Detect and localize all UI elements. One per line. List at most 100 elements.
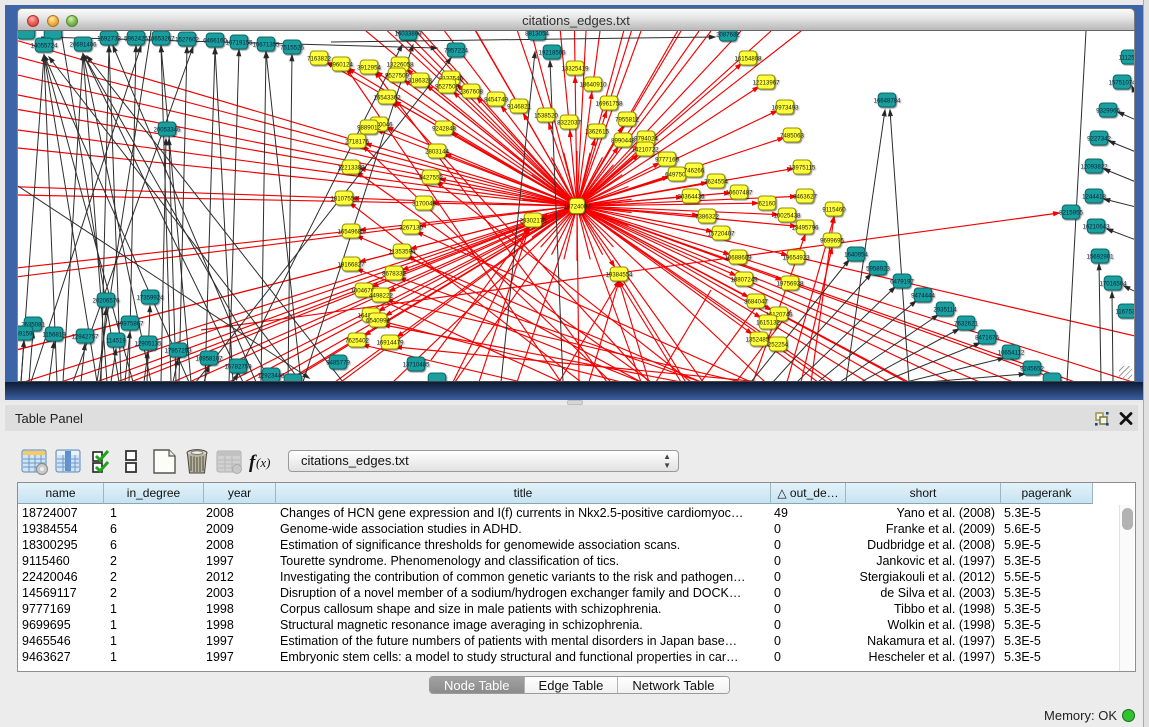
svg-text:15751074: 15751074 [1108, 79, 1135, 86]
svg-text:8215955: 8215955 [1059, 209, 1083, 216]
svg-text:3912954: 3912954 [357, 64, 381, 71]
svg-text:7485063: 7485063 [780, 132, 804, 139]
svg-text:23302175: 23302175 [519, 217, 547, 224]
svg-text:8813054: 8813054 [525, 31, 549, 37]
svg-text:39159: 39159 [18, 330, 33, 337]
svg-text:1112559: 1112559 [1119, 54, 1135, 61]
svg-text:12923448: 12923448 [257, 372, 285, 379]
svg-text:9527509: 9527509 [385, 72, 409, 79]
svg-text:1167533: 1167533 [1115, 308, 1135, 315]
svg-text:746266: 746266 [684, 167, 705, 174]
svg-text:10688609: 10688609 [724, 254, 752, 261]
svg-text:4498222: 4498222 [369, 292, 393, 299]
svg-text:6479197: 6479197 [890, 278, 914, 285]
svg-text:9329966: 9329966 [1096, 107, 1120, 114]
svg-text:9427552: 9427552 [419, 174, 443, 181]
svg-text:11353594: 11353594 [389, 248, 416, 255]
svg-text:15720407: 15720407 [707, 230, 735, 237]
svg-text:9485779: 9485779 [326, 359, 350, 366]
svg-text:19756928: 19756928 [776, 280, 804, 287]
svg-text:2367608: 2367608 [459, 88, 483, 95]
svg-text:8678332: 8678332 [382, 270, 406, 277]
svg-text:16033809: 16033809 [394, 31, 422, 37]
svg-text:19975867: 19975867 [116, 320, 144, 327]
svg-text:5958923: 5958923 [866, 265, 890, 272]
svg-text:2087682: 2087682 [716, 31, 740, 38]
svg-text:10653267: 10653267 [147, 35, 175, 42]
svg-text:9115460: 9115460 [822, 206, 846, 213]
svg-text:13975115: 13975115 [789, 164, 816, 171]
svg-text:9889012: 9889012 [357, 124, 381, 131]
svg-text:12905135: 12905135 [134, 340, 162, 347]
svg-text:6466160: 6466160 [203, 37, 227, 44]
svg-text:13325419: 13325419 [561, 65, 589, 72]
svg-text:9794024: 9794024 [634, 135, 658, 142]
svg-text:10607487: 10607487 [725, 189, 753, 196]
svg-text:7515526: 7515526 [280, 44, 304, 51]
svg-text:7386322: 7386322 [695, 213, 719, 220]
svg-text:16210643: 16210643 [1082, 223, 1110, 230]
svg-text:18640910: 18640910 [579, 81, 607, 88]
svg-text:16782759: 16782759 [224, 363, 252, 370]
svg-text:13226058: 13226058 [386, 61, 414, 68]
svg-text:8990448: 8990448 [611, 137, 635, 144]
svg-text:7163822: 7163822 [307, 55, 331, 62]
svg-text:10025438: 10025438 [773, 212, 801, 219]
svg-text:10719155: 10719155 [225, 39, 253, 46]
svg-text:13495796: 13495796 [791, 224, 819, 231]
svg-text:6540994: 6540994 [366, 317, 390, 324]
svg-text:12213967: 12213967 [752, 79, 780, 86]
svg-text:1615132: 1615132 [756, 319, 780, 326]
svg-text:9227342: 9227342 [1087, 135, 1111, 142]
svg-text:9527508: 9527508 [435, 83, 459, 90]
svg-text:5962425: 5962425 [124, 35, 148, 42]
svg-text:2935114: 2935114 [933, 306, 957, 313]
svg-text:20053346: 20053346 [153, 126, 181, 133]
svg-text:1538520: 1538520 [534, 112, 558, 119]
svg-text:15692901: 15692901 [1086, 253, 1114, 260]
svg-text:20206576: 20206576 [92, 297, 120, 304]
svg-text:12213389: 12213389 [337, 164, 365, 171]
svg-text:13710485: 13710485 [402, 361, 430, 368]
svg-text:1640954: 1640954 [844, 251, 868, 258]
svg-text:8322037: 8322037 [557, 119, 581, 126]
svg-text:16961758: 16961758 [595, 100, 623, 107]
svg-text:17016504: 17016504 [1099, 280, 1127, 287]
svg-text:16543362: 16543362 [373, 94, 401, 101]
svg-text:9777169: 9777169 [655, 156, 679, 163]
svg-text:10958107: 10958107 [195, 355, 223, 362]
svg-text:17359924: 17359924 [136, 294, 164, 301]
svg-text:(x): (x) [256, 455, 270, 470]
svg-text:16549685: 16549685 [337, 228, 365, 235]
svg-text:9463627: 9463627 [793, 193, 817, 200]
svg-text:1362615: 1362615 [585, 128, 609, 135]
svg-text:9474444: 9474444 [911, 292, 935, 299]
svg-text:16914479: 16914479 [376, 339, 404, 346]
svg-text:10973493: 10973493 [771, 104, 799, 111]
svg-text:14055724: 14055724 [30, 42, 58, 49]
svg-text:2803144: 2803144 [425, 148, 449, 155]
svg-text:1244418: 1244418 [1082, 193, 1106, 200]
svg-text:19218506: 19218506 [538, 49, 566, 56]
svg-text:62160: 62160 [759, 200, 777, 207]
svg-text:3624554: 3624554 [704, 178, 728, 185]
svg-text:7625402: 7625402 [345, 337, 369, 344]
svg-text:9146821: 9146821 [507, 103, 531, 110]
svg-text:19384554: 19384554 [605, 271, 633, 278]
svg-text:19166827: 19166827 [337, 261, 365, 268]
svg-text:1156819: 1156819 [42, 331, 66, 338]
svg-text:17957253: 17957253 [164, 347, 192, 354]
svg-text:19654923: 19654923 [782, 254, 810, 261]
svg-text:20691406: 20691406 [69, 41, 97, 48]
svg-text:20364436: 20364436 [677, 193, 705, 200]
svg-text:252254: 252254 [768, 341, 789, 348]
svg-text:12093822: 12093822 [1080, 163, 1108, 170]
svg-text:16154808: 16154808 [734, 55, 762, 62]
svg-text:3267130: 3267130 [399, 224, 423, 231]
svg-text:16648784: 16648784 [873, 97, 901, 104]
svg-text:7955812: 7955812 [615, 116, 639, 123]
svg-text:3170046: 3170046 [412, 200, 436, 207]
svg-text:7957224: 7957224 [444, 47, 468, 54]
svg-text:1692733: 1692733 [97, 35, 121, 42]
svg-text:18724007: 18724007 [563, 203, 591, 210]
